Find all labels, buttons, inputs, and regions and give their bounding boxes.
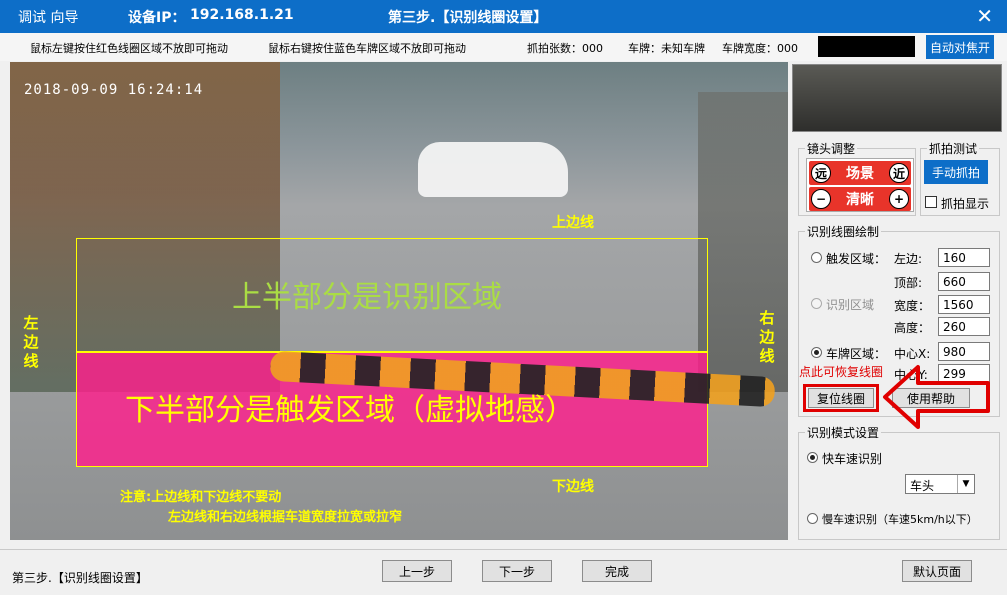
width-label: 宽度： [894,299,931,313]
plate-label: 车牌区域： [826,347,887,361]
top-label: 顶部: [894,276,923,290]
prev-button[interactable]: 上一步 [382,560,452,582]
fast-mode-label: 快车速识别 [822,452,883,466]
recognition-zone-text: 上半部分是识别区域 [232,280,502,315]
note-line-2: 左边线和右边线根据车道宽度拉宽或拉窄 [168,510,403,525]
lens-control: 远 场景 近 − 清晰 + [806,158,914,212]
hint-bar: 鼠标左键按住红色线圈区域不放即可拖动 鼠标右键按住蓝色车牌区域不放即可拖动 抓拍… [0,33,1007,61]
slow-mode-label: 慢车速识别（车速5km/h以下） [822,513,978,526]
focus-plus-button[interactable]: + [889,189,909,209]
scene-label: 场景 [846,166,874,182]
capture-count: 抓拍张数：000 [527,42,603,55]
fast-mode-radio[interactable] [807,452,818,463]
reset-coil-button[interactable]: 复位线圈 [808,388,874,408]
recog-radio[interactable] [811,298,822,309]
left-input[interactable]: 160 [938,248,990,267]
height-label: 高度： [894,321,931,335]
capture-show-label: 抓拍显示 [941,197,990,211]
bottom-line-label: 下边线 [552,479,594,495]
manual-capture-button[interactable]: 手动抓拍 [924,160,988,184]
trigger-label: 触发区域： [826,252,887,266]
trigger-radio[interactable] [811,252,822,263]
window-step-title: 第三步.【识别线圈设置】 [388,10,548,26]
top-line-label: 上边线 [552,215,594,231]
auto-focus-button[interactable]: 自动对焦开 [926,35,994,59]
plate-readout: 车牌：未知车牌 [628,42,705,55]
focus-label: 清晰 [846,192,874,208]
done-button[interactable]: 完成 [582,560,652,582]
top-input[interactable]: 660 [938,272,990,291]
recog-label: 识别区域 [826,298,875,312]
zoom-near-button[interactable]: 近 [889,163,909,183]
divider [0,549,1007,550]
title-bar: 调试 向导 设备IP： 192.168.1.21 第三步.【识别线圈设置】 ✕ [0,0,1007,33]
capture-show-checkbox[interactable] [925,196,937,208]
close-icon[interactable]: ✕ [976,4,993,28]
video-preview[interactable]: 2018-09-09 16:24:14 上边线 下边线 左 边 线 右 边 线 … [10,62,788,540]
left-line-label: 左 边 线 [23,314,39,370]
focus-minus-button[interactable]: − [811,189,831,209]
left-label: 左边: [894,252,923,266]
pointer-arrow-icon [883,365,990,429]
slow-mode-radio[interactable] [807,513,818,524]
device-ip: 192.168.1.21 [190,7,294,23]
device-ip-label: 设备IP： [128,10,186,26]
note-line-1: 注意:上边线和下边线不要动 [120,490,282,505]
next-button[interactable]: 下一步 [482,560,552,582]
plate-image-box [818,36,915,57]
parked-car [418,142,568,197]
focus-row: − 清晰 + [809,187,911,211]
capture-thumbnail [792,64,1002,132]
app-title: 调试 向导 [18,10,79,26]
left-drag-hint: 鼠标左键按住红色线圈区域不放即可拖动 [30,42,228,55]
trigger-zone-text: 下半部分是触发区域（虚拟地感） [125,393,575,428]
video-timestamp: 2018-09-09 16:24:14 [24,82,204,98]
default-page-button[interactable]: 默认页面 [902,560,972,582]
width-input[interactable]: 1560 [938,295,990,314]
plate-radio[interactable] [811,347,822,358]
center-x-label: 中心X: [894,347,931,361]
zoom-far-button[interactable]: 远 [811,163,831,183]
status-step: 第三步.【识别线圈设置】 [12,571,148,585]
right-line-label: 右 边 线 [759,309,775,365]
plate-width-readout: 车牌宽度：000 [722,42,798,55]
right-drag-hint: 鼠标右键按住蓝色车牌区域不放即可拖动 [268,42,466,55]
bottom-bar: 第三步.【识别线圈设置】 上一步 下一步 完成 默认页面 [0,552,1007,595]
restore-hint: 点此可恢复线圈 [799,365,884,379]
chevron-down-icon: ▼ [957,475,974,493]
height-input[interactable]: 260 [938,317,990,336]
center-x-input[interactable]: 980 [938,342,990,361]
scene-row: 远 场景 近 [809,161,911,185]
mode-select[interactable]: 车头 ▼ [905,474,975,494]
